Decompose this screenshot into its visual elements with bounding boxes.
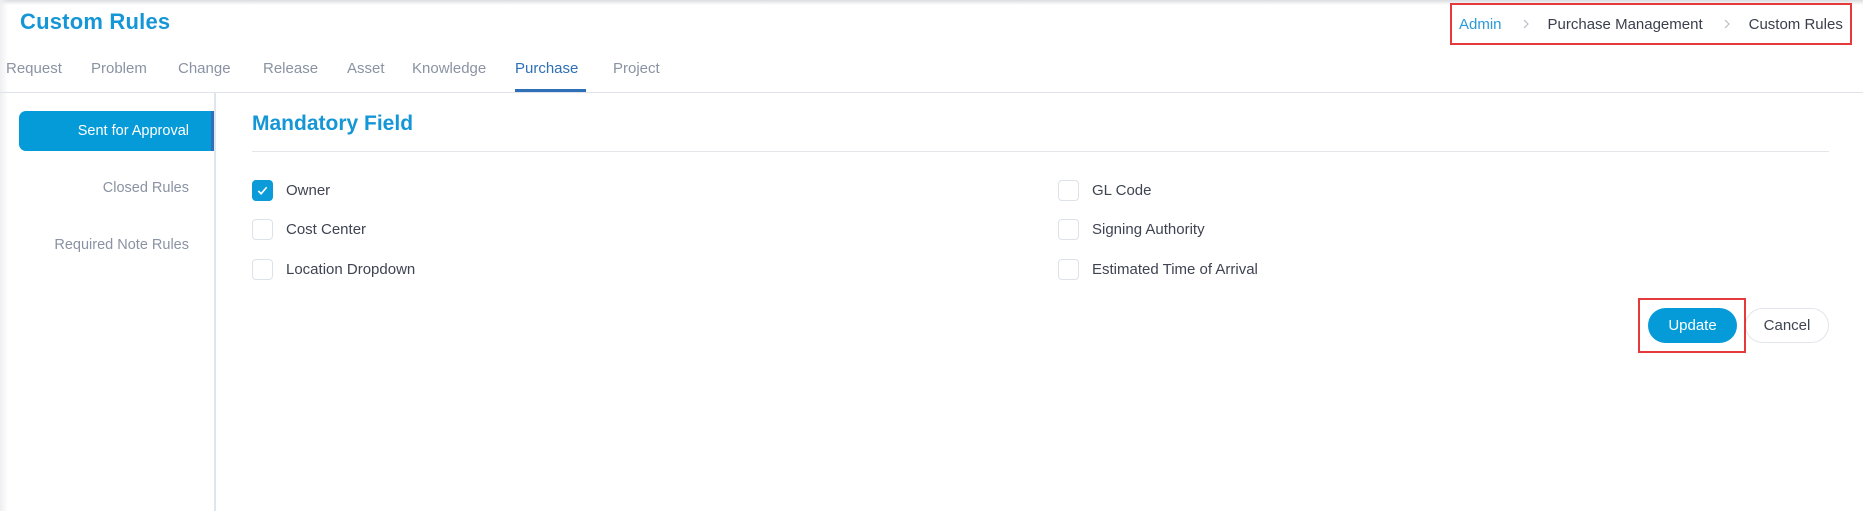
sidebar-item-required-note-rules[interactable]: Required Note Rules: [19, 225, 214, 265]
page-title: Custom Rules: [20, 9, 171, 34]
section-divider: [252, 151, 1829, 152]
field-estimated-time-of-arrival[interactable]: Estimated Time of Arrival: [1058, 258, 1258, 280]
field-label: Location Dropdown: [286, 260, 416, 278]
chevron-right-icon: [1516, 14, 1536, 34]
checkbox-gl-code[interactable]: [1058, 179, 1079, 201]
breadcrumb-admin[interactable]: Admin: [1459, 16, 1502, 33]
tab-project[interactable]: Project: [613, 56, 660, 92]
field-label: Estimated Time of Arrival: [1092, 260, 1258, 278]
field-cost-center[interactable]: Cost Center: [252, 218, 366, 240]
tab-asset[interactable]: Asset: [347, 56, 385, 92]
breadcrumb-purchase-management[interactable]: Purchase Management: [1548, 16, 1703, 33]
field-location-dropdown[interactable]: Location Dropdown: [252, 258, 415, 280]
section-title: Mandatory Field: [252, 112, 414, 135]
tab-knowledge[interactable]: Knowledge: [412, 56, 486, 92]
sidebar-item-closed-rules[interactable]: Closed Rules: [19, 168, 214, 208]
checkmark-icon: [257, 186, 268, 195]
field-gl-code[interactable]: GL Code: [1058, 179, 1151, 201]
breadcrumb-custom-rules: Custom Rules: [1748, 15, 1843, 33]
field-label: Cost Center: [286, 220, 367, 238]
sidebar-item-sent-for-approval[interactable]: Sent for Approval: [19, 111, 214, 151]
field-signing-authority[interactable]: Signing Authority: [1058, 218, 1205, 240]
rules-sidebar: Sent for Approval Closed Rules Required …: [0, 93, 216, 511]
chevron-right-icon: [1717, 14, 1737, 34]
checkbox-estimated-time-of-arrival[interactable]: [1058, 258, 1079, 280]
checkbox-signing-authority[interactable]: [1058, 218, 1079, 240]
checkbox-location-dropdown[interactable]: [252, 258, 273, 280]
tab-purchase[interactable]: Purchase: [515, 56, 586, 92]
checkbox-owner[interactable]: [252, 179, 273, 201]
field-label: Signing Authority: [1092, 220, 1205, 238]
tabs-divider: [0, 92, 1863, 93]
tab-release[interactable]: Release: [263, 56, 318, 92]
checkbox-cost-center[interactable]: [252, 218, 273, 240]
tab-request[interactable]: Request: [6, 56, 62, 92]
tab-change[interactable]: Change: [178, 56, 231, 92]
field-label: Owner: [286, 181, 331, 199]
field-label: GL Code: [1092, 181, 1152, 199]
breadcrumb: Admin Purchase Management Custom Rules: [1450, 3, 1852, 45]
tab-problem[interactable]: Problem: [91, 56, 147, 92]
cancel-button[interactable]: Cancel: [1745, 308, 1829, 343]
module-tabs: Request Problem Change Release Asset Kno…: [0, 56, 1863, 92]
field-owner[interactable]: Owner: [252, 179, 330, 201]
update-button[interactable]: Update: [1648, 308, 1737, 343]
